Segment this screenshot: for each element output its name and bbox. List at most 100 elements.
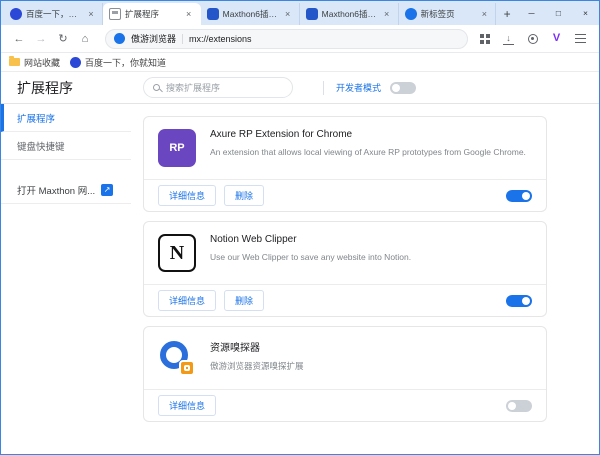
vbox-icon[interactable]: V (550, 32, 563, 45)
browser-window: 百度一下，你就知道 × 扩展程序 × Maxthon6插件中心 × Maxtho… (0, 0, 600, 455)
card-body: 资源嗅探器 傲游浏览器资源嗅探扩展 (144, 327, 546, 389)
bookmark-label: 百度一下，你就知道 (85, 56, 166, 69)
new-tab-button[interactable]: + (496, 3, 518, 25)
notion-icon-text: N (170, 242, 184, 265)
site-name: 傲游浏览器 (131, 32, 176, 45)
toolbar-icons: ↓ V (478, 32, 591, 45)
extension-toggle[interactable] (506, 190, 532, 202)
extension-toggle[interactable] (506, 400, 532, 412)
home-button[interactable]: ⌂ (75, 29, 95, 49)
sidebar-open-store-link[interactable]: 打开 Maxthon 网... ↗ (1, 176, 131, 204)
extension-name: Notion Web Clipper (210, 234, 532, 245)
baidu-favicon (70, 57, 81, 68)
bookmark-folder[interactable]: 网站收藏 (9, 53, 60, 71)
card-footer: 详细信息 (144, 389, 546, 421)
extensions-page-favicon (109, 8, 121, 20)
developer-mode-toggle[interactable] (390, 82, 416, 94)
extension-name: Axure RP Extension for Chrome (210, 129, 532, 140)
card-body: N Notion Web Clipper Use our Web Clipper… (144, 222, 546, 284)
axure-icon-text: RP (169, 142, 184, 154)
address-bar[interactable]: 傲游浏览器 mx://extensions (105, 29, 468, 49)
remove-button[interactable]: 删除 (224, 185, 264, 206)
sniffer-extension-icon (158, 339, 196, 377)
search-icon (153, 84, 160, 91)
extension-toggle[interactable] (506, 295, 532, 307)
tab-close-icon[interactable]: × (85, 8, 97, 20)
extension-card-notion: N Notion Web Clipper Use our Web Clipper… (143, 221, 547, 317)
sidebar: 扩展程序 键盘快捷键 打开 Maxthon 网... ↗ (1, 104, 131, 454)
bookmark-label: 网站收藏 (24, 56, 60, 69)
tab-close-icon[interactable]: × (478, 8, 490, 20)
header-divider (323, 81, 324, 95)
close-window-button[interactable]: × (572, 1, 599, 25)
address-separator (182, 34, 183, 44)
tab-close-icon[interactable]: × (381, 8, 393, 20)
remove-button[interactable]: 删除 (224, 290, 264, 311)
plugin-center-favicon (306, 8, 318, 20)
developer-mode-label: 开发者模式 (336, 81, 381, 94)
page-title: 扩展程序 (1, 78, 131, 98)
extension-card-sniffer: 资源嗅探器 傲游浏览器资源嗅探扩展 详细信息 (143, 326, 547, 422)
apps-icon[interactable] (478, 32, 491, 45)
tab-baidu[interactable]: 百度一下，你就知道 × (4, 3, 103, 25)
baidu-favicon (10, 8, 22, 20)
download-icon[interactable]: ↓ (502, 32, 515, 45)
tab-label: 新标签页 (421, 8, 475, 20)
tab-new-tab-page[interactable]: 新标签页 × (399, 3, 497, 25)
refresh-button[interactable]: ↻ (53, 29, 73, 49)
extension-description: Use our Web Clipper to save any website … (210, 251, 532, 264)
bookmarks-bar: 网站收藏 百度一下，你就知道 (1, 53, 599, 72)
card-info: Notion Web Clipper Use our Web Clipper t… (210, 234, 532, 272)
tab-label: 百度一下，你就知道 (26, 8, 81, 20)
plugin-center-favicon (207, 8, 219, 20)
details-button[interactable]: 详细信息 (158, 185, 216, 206)
sniffer-badge (179, 360, 195, 376)
minimize-button[interactable]: ─ (518, 1, 545, 25)
tab-label: Maxthon6插件中心 (322, 8, 377, 20)
maximize-button[interactable]: □ (545, 1, 572, 25)
page-header: 扩展程序 开发者模式 (1, 72, 599, 104)
extension-list: RP Axure RP Extension for Chrome An exte… (131, 104, 599, 454)
search-input[interactable] (166, 83, 283, 93)
sidebar-item-keyboard-shortcuts[interactable]: 键盘快捷键 (1, 132, 131, 160)
menu-icon[interactable] (574, 32, 587, 45)
share-icon[interactable] (526, 32, 539, 45)
card-footer: 详细信息 删除 (144, 284, 546, 316)
sidebar-footer-label: 打开 Maxthon 网... (17, 183, 95, 197)
window-controls: ─ □ × (518, 1, 599, 25)
sidebar-item-label: 扩展程序 (17, 111, 55, 125)
back-button[interactable]: ← (9, 29, 29, 49)
maxthon-favicon (114, 33, 125, 44)
tab-close-icon[interactable]: × (183, 8, 195, 20)
extension-description: An extension that allows local viewing o… (210, 146, 532, 159)
details-button[interactable]: 详细信息 (158, 290, 216, 311)
card-body: RP Axure RP Extension for Chrome An exte… (144, 117, 546, 179)
tab-label: 扩展程序 (125, 8, 179, 20)
folder-icon (9, 58, 20, 66)
tab-close-icon[interactable]: × (282, 8, 294, 20)
axure-extension-icon: RP (158, 129, 196, 167)
tab-plugin-center-2[interactable]: Maxthon6插件中心 × (300, 3, 399, 25)
extension-card-axure: RP Axure RP Extension for Chrome An exte… (143, 116, 547, 212)
card-info: Axure RP Extension for Chrome An extensi… (210, 129, 532, 167)
extensions-page: 扩展程序 开发者模式 扩展程序 键盘快捷键 打开 Maxthon 网... ↗ (1, 72, 599, 454)
navigation-toolbar: ← → ↻ ⌂ 傲游浏览器 mx://extensions ↓ V (1, 25, 599, 53)
maxthon-favicon (405, 8, 417, 20)
forward-button[interactable]: → (31, 29, 51, 49)
extension-search-box[interactable] (143, 77, 293, 98)
tab-label: Maxthon6插件中心 (223, 8, 278, 20)
extension-name: 资源嗅探器 (210, 339, 532, 354)
external-link-icon: ↗ (101, 184, 113, 196)
tab-extensions[interactable]: 扩展程序 × (103, 3, 201, 25)
notion-extension-icon: N (158, 234, 196, 272)
extension-description: 傲游浏览器资源嗅探扩展 (210, 360, 532, 373)
sidebar-item-extensions[interactable]: 扩展程序 (1, 104, 131, 132)
bookmark-baidu[interactable]: 百度一下，你就知道 (70, 53, 166, 71)
tab-bar: 百度一下，你就知道 × 扩展程序 × Maxthon6插件中心 × Maxtho… (1, 1, 599, 25)
details-button[interactable]: 详细信息 (158, 395, 216, 416)
sidebar-item-label: 键盘快捷键 (17, 139, 65, 153)
tab-plugin-center-1[interactable]: Maxthon6插件中心 × (201, 3, 300, 25)
card-info: 资源嗅探器 傲游浏览器资源嗅探扩展 (210, 339, 532, 377)
card-footer: 详细信息 删除 (144, 179, 546, 211)
url-text: mx://extensions (189, 34, 252, 44)
